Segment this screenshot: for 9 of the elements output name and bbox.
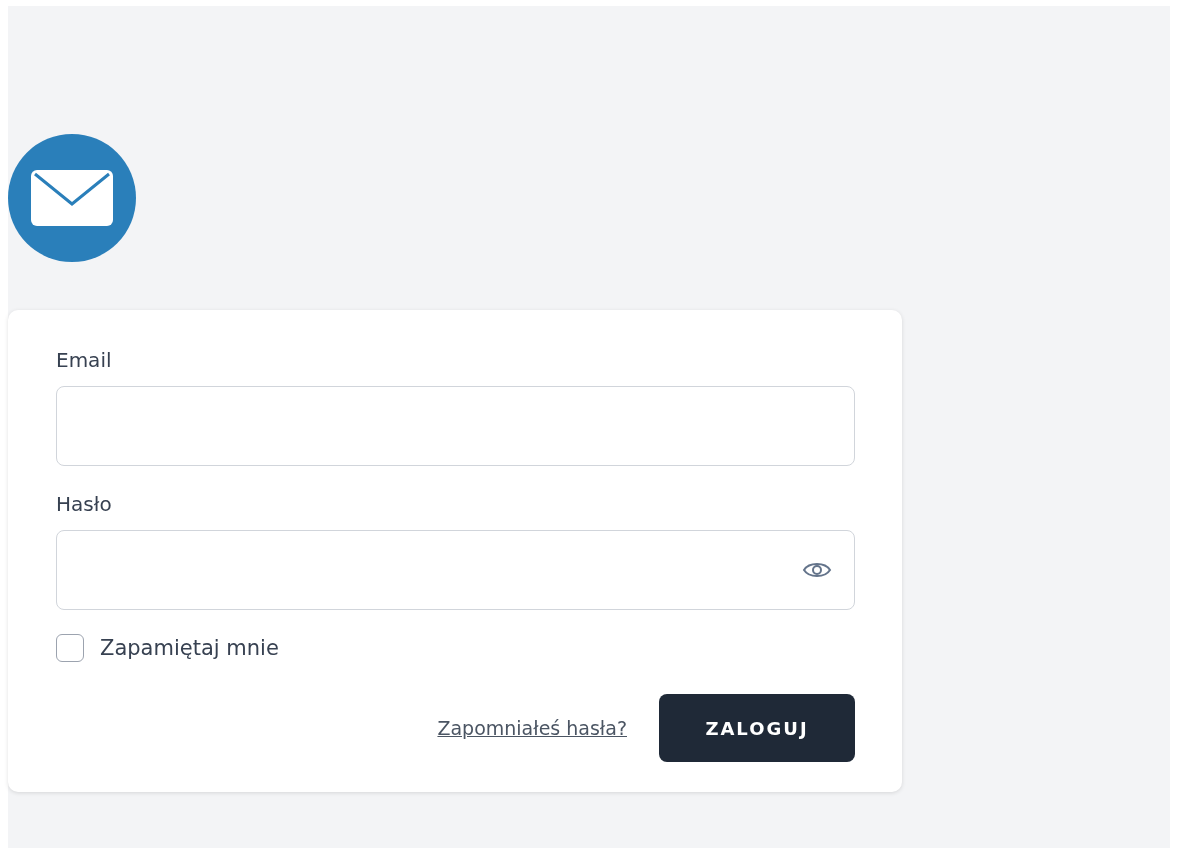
envelope-icon — [31, 170, 113, 226]
field-label: Hasło — [56, 492, 113, 516]
checkbox-label: Zapamiętaj mnie — [100, 636, 279, 660]
password-field[interactable] — [56, 530, 855, 610]
remember-checkbox[interactable] — [56, 634, 84, 662]
login-button[interactable]: ZALOGUJ — [659, 694, 855, 762]
forgot-password-link[interactable]: Zapomniałeś hasła? — [437, 717, 627, 739]
field-label: Email — [56, 348, 113, 372]
email-field[interactable] — [56, 386, 855, 466]
